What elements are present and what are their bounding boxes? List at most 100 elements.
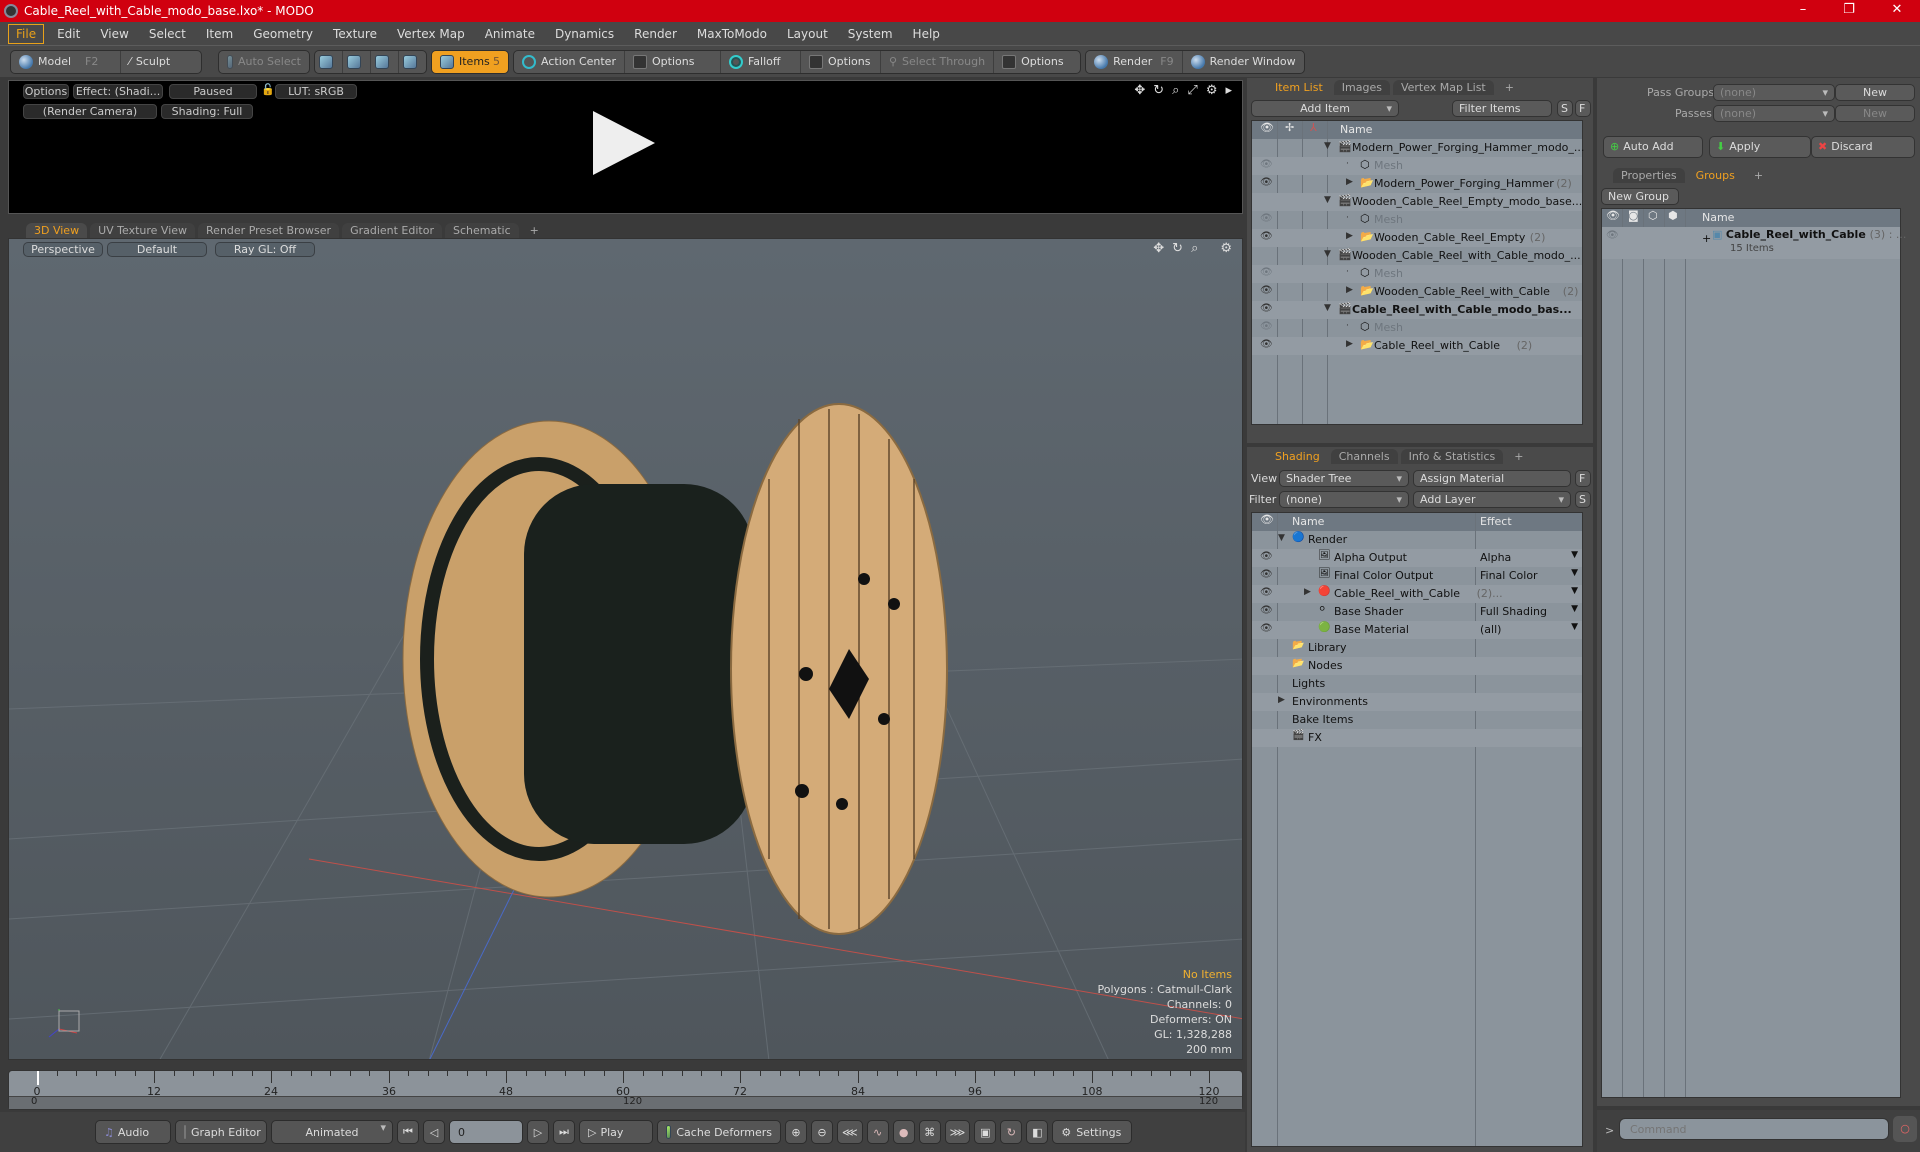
item-row[interactable]: ▼ 🎬 Wooden_Cable_Reel_Empty_modo_base... (1252, 193, 1582, 211)
restore-button[interactable]: ❐ (1826, 0, 1872, 22)
passes-dropdown[interactable]: (none) (1713, 105, 1835, 122)
new-group-button[interactable]: New Group (1601, 188, 1679, 205)
eye-icon[interactable]: 👁 (1260, 605, 1273, 616)
eye-icon[interactable]: 👁 (1260, 159, 1273, 170)
tab-images[interactable]: Images (1333, 80, 1390, 95)
eye-icon[interactable]: 👁 (1260, 231, 1273, 242)
add-tab-button[interactable]: + (1506, 449, 1531, 464)
settings-button[interactable]: ⚙ Settings (1052, 1120, 1133, 1144)
next-key-button[interactable]: ▷ (527, 1120, 549, 1144)
sculpt-mode-button[interactable]: ⁄ Sculpt (121, 51, 178, 73)
view-dropdown[interactable]: Shader Tree (1279, 470, 1409, 487)
eye-icon[interactable]: 👁 (1260, 177, 1273, 188)
loop-button[interactable]: ↻ (1000, 1120, 1023, 1144)
tab-uv-texture-view[interactable]: UV Texture View (90, 223, 196, 238)
eye-icon[interactable]: 👁 (1260, 587, 1273, 598)
graph-editor-button[interactable]: Graph Editor (175, 1120, 267, 1144)
item-row[interactable]: 👁 ▶ 📂 Modern_Power_Forging_Hammer (2) (1252, 175, 1582, 193)
f-toggle[interactable]: F (1575, 100, 1591, 117)
model-mode-button[interactable]: Model F2 (11, 50, 121, 73)
shader-row[interactable]: Bake Items (1252, 711, 1582, 729)
prev-keyframe-button[interactable]: ⋘ (837, 1120, 863, 1144)
menu-render[interactable]: Render (627, 25, 684, 43)
minimize-button[interactable]: – (1780, 0, 1826, 22)
item-row[interactable]: 👁 · ⬡ Mesh (1252, 265, 1582, 283)
expand-icon[interactable]: ▶ (1278, 695, 1285, 705)
menu-vertex-map[interactable]: Vertex Map (390, 25, 472, 43)
filter-dropdown[interactable]: (none) (1279, 491, 1409, 508)
command-input[interactable] (1619, 1118, 1889, 1140)
polygons-mode-button[interactable] (371, 50, 399, 73)
item-row[interactable]: 👁 · ⬡ Mesh (1252, 211, 1582, 229)
apply-button[interactable]: ⬇ Apply (1709, 136, 1811, 158)
arrow-right-icon[interactable]: ▸ (1225, 83, 1232, 98)
expand-icon[interactable]: ▶ (1346, 231, 1353, 241)
pan-icon[interactable]: ✥ (1153, 241, 1164, 256)
add-layer-dropdown[interactable]: Add Layer (1413, 491, 1571, 508)
tab-shading[interactable]: Shading (1267, 449, 1328, 464)
perspective-dropdown[interactable]: Perspective (23, 242, 103, 257)
menu-edit[interactable]: Edit (50, 25, 87, 43)
chevron-down-icon[interactable]: ▼ (1571, 586, 1578, 596)
action-center-button[interactable]: Action Center (514, 50, 625, 73)
expand-icon[interactable]: · (1346, 213, 1349, 223)
audio-button[interactable]: ♫ Audio (95, 1120, 171, 1144)
maximize-icon[interactable]: ⤢ (1187, 83, 1197, 98)
discard-button[interactable]: ✖ Discard (1811, 136, 1915, 158)
render-button[interactable]: Render F9 (1086, 50, 1183, 73)
collapse-icon[interactable]: ▼ (1278, 533, 1285, 543)
effect-dropdown[interactable]: (all) (1480, 623, 1501, 636)
menu-dynamics[interactable]: Dynamics (548, 25, 621, 43)
zoom-icon[interactable]: ⌕ (1172, 83, 1179, 98)
menu-help[interactable]: Help (906, 25, 947, 43)
tab-groups[interactable]: Groups (1687, 168, 1743, 183)
item-row[interactable]: ▼ 🎬 Modern_Power_Forging_Hammer_modo_... (1252, 139, 1584, 157)
tab-3d-view[interactable]: 3D View (26, 223, 88, 238)
select-through-button[interactable]: ⚲ Select Through (881, 50, 995, 73)
eye-icon[interactable]: 👁 (1260, 267, 1273, 278)
eye-icon[interactable]: 👁 (1260, 321, 1273, 332)
item-row[interactable]: 👁 ▶ 📂 Wooden_Cable_Reel_with_Cable (2) (1252, 283, 1582, 301)
eye-icon[interactable]: 👁 (1260, 285, 1273, 296)
menu-system[interactable]: System (841, 25, 900, 43)
eye-icon[interactable]: 👁 (1606, 230, 1619, 241)
camera-dropdown[interactable]: (Render Camera) (23, 104, 157, 119)
item-row[interactable]: 👁 ▼ 🎬 Cable_Reel_with_Cable_modo_bas... (1252, 301, 1582, 319)
auto-select-button[interactable]: Auto Select (219, 51, 309, 73)
s-toggle[interactable]: S (1575, 491, 1591, 508)
expand-icon[interactable]: ▶ (1304, 587, 1311, 597)
layer-button[interactable]: ◧ (1026, 1120, 1049, 1144)
lock-icon[interactable]: 🔓 (261, 83, 275, 96)
preview-options-button[interactable]: Options (23, 84, 69, 99)
eye-icon[interactable]: 👁 (1260, 623, 1273, 634)
tab-item-list[interactable]: Item List (1267, 80, 1331, 95)
shader-row[interactable]: 👁 ▶ 🔴 Cable_Reel_with_Cable (2)... ▼ (1252, 585, 1582, 603)
item-row[interactable]: ▼ 🎬 Wooden_Cable_Reel_with_Cable_modo_... (1252, 247, 1582, 265)
s-toggle[interactable]: S (1557, 100, 1573, 117)
tab-render-preset-browser[interactable]: Render Preset Browser (198, 223, 340, 238)
group-row[interactable]: 👁 + ▣ Cable_Reel_with_Cable (3) : ... 15… (1602, 227, 1906, 259)
collapse-icon[interactable]: ▼ (1324, 141, 1331, 151)
auto-add-button[interactable]: ⊕ Auto Add (1603, 136, 1703, 158)
collapse-icon[interactable]: ▼ (1324, 249, 1331, 259)
playhead[interactable] (37, 1071, 39, 1085)
add-tab-button[interactable]: + (522, 223, 547, 238)
effect-dropdown[interactable]: Full Shading (1480, 605, 1547, 618)
chevron-down-icon[interactable]: ▼ (1571, 622, 1578, 632)
new-pass-group-button[interactable]: New (1835, 84, 1915, 101)
menu-file[interactable]: File (8, 23, 45, 44)
expand-icon[interactable]: ▶ (1346, 177, 1353, 187)
tab-properties[interactable]: Properties (1613, 168, 1685, 183)
preview-effect-dropdown[interactable]: Effect: (Shadi... (73, 84, 163, 99)
expand-icon[interactable]: + (1702, 232, 1711, 245)
add-tab-button[interactable]: + (1746, 168, 1771, 183)
collapse-icon[interactable]: ▼ (1324, 195, 1331, 205)
eye-icon[interactable]: 👁 (1260, 551, 1273, 562)
collapse-icon[interactable]: ▼ (1324, 303, 1331, 313)
falloff-button[interactable]: Falloff (721, 50, 801, 73)
effect-dropdown[interactable]: Alpha (1480, 551, 1511, 564)
item-row[interactable]: 👁 ▶ 📂 Wooden_Cable_Reel_Empty (2) (1252, 229, 1582, 247)
menu-geometry[interactable]: Geometry (246, 25, 320, 43)
rotate-icon[interactable]: ↻ (1153, 83, 1164, 98)
shader-row[interactable]: 👁 🟢 Base Material (all) ▼ (1252, 621, 1582, 639)
